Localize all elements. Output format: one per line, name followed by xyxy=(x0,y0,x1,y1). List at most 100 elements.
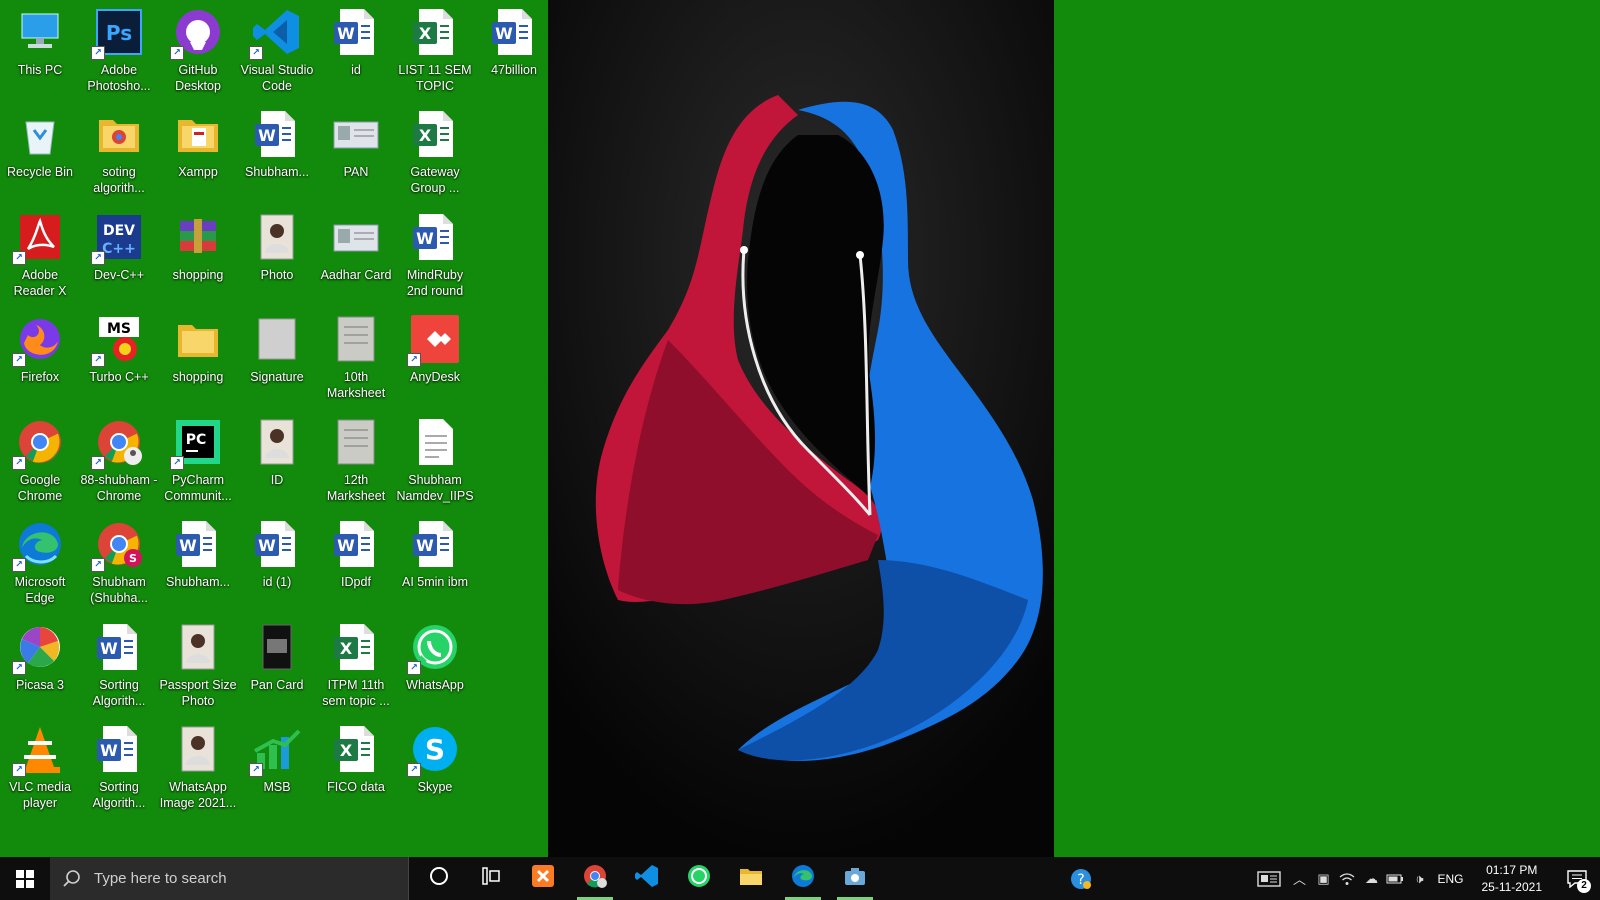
cloud-icon: ☁ xyxy=(1364,870,1378,886)
desktop-icon-shubham[interactable]: W Shubham... xyxy=(237,102,317,202)
desktop-icon-47billion[interactable]: W 47billion xyxy=(474,0,554,100)
show-hidden-icons-button[interactable]: ︿ xyxy=(1287,857,1311,900)
image-card-icon xyxy=(330,108,382,160)
desktop-icon-id[interactable]: ID xyxy=(237,410,317,510)
camera-taskbar-button[interactable] xyxy=(829,857,881,900)
desktop-icon-github-desktop[interactable]: ↗ GitHub Desktop xyxy=(158,0,238,100)
desktop-icon-label: 10th Marksheet xyxy=(326,370,386,400)
desktop-icon-skype[interactable]: S ↗ Skype xyxy=(395,717,475,817)
desktop-icon-google-chrome[interactable]: ↗ Google Chrome xyxy=(0,410,80,510)
svg-text:W: W xyxy=(416,229,434,248)
shortcut-arrow-icon: ↗ xyxy=(407,763,421,777)
edge-taskbar-button[interactable] xyxy=(777,857,829,900)
desktop-icon-pan-card[interactable]: Pan Card xyxy=(237,615,317,715)
word-icon: W xyxy=(93,621,145,673)
svg-text:C++: C++ xyxy=(102,241,136,257)
desktop-icon-passport-size-photo[interactable]: Passport Size Photo xyxy=(158,615,238,715)
shortcut-arrow-icon: ↗ xyxy=(91,558,105,572)
svg-text:Ps: Ps xyxy=(106,21,132,45)
news-icon xyxy=(1257,870,1282,887)
battery-icon xyxy=(1386,874,1404,883)
desktop-icon-label: AnyDesk xyxy=(409,370,461,384)
desktop-icon-shubham-namdev-iips[interactable]: Shubham Namdev_IIPS xyxy=(395,410,475,510)
file-explorer-taskbar-button[interactable] xyxy=(725,857,777,900)
desktop-icon-recycle-bin[interactable]: Recycle Bin xyxy=(0,102,80,202)
onedrive-button[interactable]: ☁ xyxy=(1359,857,1383,900)
cortana-icon xyxy=(426,863,452,894)
desktop-icon-mindruby-2nd-round[interactable]: W MindRuby 2nd round xyxy=(395,205,475,305)
desktop-icon-this-pc[interactable]: This PC xyxy=(0,0,80,100)
shortcut-arrow-icon: ↗ xyxy=(12,661,26,675)
anydesk-icon: ↗ xyxy=(407,313,461,367)
clock[interactable]: 01:17 PM 25-11-2021 xyxy=(1470,862,1555,896)
desktop-icon-soting-algorith[interactable]: soting algorith... xyxy=(79,102,159,202)
desktop-icon-label: Recycle Bin xyxy=(7,165,73,179)
volume-button[interactable]: 🕩 xyxy=(1407,857,1431,900)
pinned-apps xyxy=(413,857,881,900)
desktop-icon-adobe-photosho[interactable]: Ps ↗ Adobe Photosho... xyxy=(79,0,159,100)
desktop-icon-88-shubham-chrome[interactable]: ↗ 88-shubham - Chrome xyxy=(79,410,159,510)
desktop-icon-itpm-11th-sem-topic[interactable]: X ITPM 11th sem topic ... xyxy=(316,615,396,715)
search-icon xyxy=(63,869,80,887)
battery-button[interactable] xyxy=(1383,857,1407,900)
desktop-icon-list-11-sem-topic[interactable]: X LIST 11 SEM TOPIC xyxy=(395,0,475,100)
help-button[interactable]: ? xyxy=(1061,857,1101,900)
task-view-button[interactable] xyxy=(465,857,517,900)
desktop-icon-photo[interactable]: Photo xyxy=(237,205,317,305)
network-button[interactable] xyxy=(1335,857,1359,900)
desktop-icon-12th-marksheet[interactable]: 12th Marksheet xyxy=(316,410,396,510)
taskbar-search-box[interactable]: Type here to search xyxy=(50,857,409,900)
desktop-icon-id[interactable]: Wid xyxy=(316,0,396,100)
desktop-icon-visual-studio-code[interactable]: ↗ Visual Studio Code xyxy=(237,0,317,100)
desktop-icon-sorting-algorith[interactable]: W Sorting Algorith... xyxy=(79,615,159,715)
meet-now-button[interactable]: ▣ xyxy=(1311,857,1335,900)
word-icon: W xyxy=(93,723,145,775)
desktop-icon-ai-5min-ibm[interactable]: W AI 5min ibm xyxy=(395,512,475,612)
desktop-icon-xampp[interactable]: Xampp xyxy=(158,102,238,202)
desktop-icon-picasa-3[interactable]: ↗ Picasa 3 xyxy=(0,615,80,715)
desktop-icon-msb[interactable]: ↗ MSB xyxy=(237,717,317,817)
desktop-icon-label: Pan Card xyxy=(250,678,304,692)
whatsapp-taskbar-button[interactable] xyxy=(673,857,725,900)
desktop-icon-microsoft-edge[interactable]: ↗ Microsoft Edge xyxy=(0,512,80,612)
desktop-icon-adobe-reader-x[interactable]: ↗ Adobe Reader X xyxy=(0,205,80,305)
desktop-icon-signature[interactable]: Signature xyxy=(237,307,317,407)
pycharm-icon: PC ↗ xyxy=(170,416,224,470)
desktop-icon-turbo-c[interactable]: MS ↗ Turbo C++ xyxy=(79,307,159,407)
desktop-icon-firefox[interactable]: ↗ Firefox xyxy=(0,307,80,407)
desktop-icon-shopping[interactable]: shopping xyxy=(158,205,238,305)
desktop-icon-whatsapp[interactable]: ↗ WhatsApp xyxy=(395,615,475,715)
desktop-icon-whatsapp-image-2021[interactable]: WhatsApp Image 2021... xyxy=(158,717,238,817)
desktop-icon-shopping[interactable]: shopping xyxy=(158,307,238,407)
start-button[interactable] xyxy=(0,857,50,900)
desktop-icon-10th-marksheet[interactable]: 10th Marksheet xyxy=(316,307,396,407)
desktop-icon-gateway-group[interactable]: X Gateway Group ... xyxy=(395,102,475,202)
desktop-icon-pycharm-communit[interactable]: PC ↗ PyCharm Communit... xyxy=(158,410,238,510)
xampp-taskbar-button[interactable] xyxy=(517,857,569,900)
svg-text:W: W xyxy=(337,536,355,555)
desktop-icon-label: Gateway Group ... xyxy=(410,165,460,195)
desktop-icon-idpdf[interactable]: W IDpdf xyxy=(316,512,396,612)
language-indicator[interactable]: ENG xyxy=(1431,872,1469,886)
desktop-icon-dev-c[interactable]: DEV C++ ↗ Dev-C++ xyxy=(79,205,159,305)
desktop-icon-fico-data[interactable]: X FICO data xyxy=(316,717,396,817)
shortcut-arrow-icon: ↗ xyxy=(12,763,26,777)
desktop-icon-sorting-algorith[interactable]: W Sorting Algorith... xyxy=(79,717,159,817)
desktop-icon-label: Firefox xyxy=(20,370,60,384)
desktop-icon-shubham[interactable]: W Shubham... xyxy=(158,512,238,612)
chrome-taskbar-button[interactable] xyxy=(569,857,621,900)
action-center-button[interactable]: 2 xyxy=(1554,857,1600,900)
cortana-button[interactable] xyxy=(413,857,465,900)
news-widget-button[interactable] xyxy=(1251,857,1287,900)
image-blank-icon xyxy=(251,313,303,365)
vscode-taskbar-button[interactable] xyxy=(621,857,673,900)
desktop-icon-id-1[interactable]: Wid (1) xyxy=(237,512,317,612)
desktop-icon-vlc-media-player[interactable]: ↗ VLC media player xyxy=(0,717,80,817)
desktop-icon-anydesk[interactable]: ↗ AnyDesk xyxy=(395,307,475,407)
desktop-icon-pan[interactable]: PAN xyxy=(316,102,396,202)
shortcut-arrow-icon: ↗ xyxy=(91,353,105,367)
folder-icon xyxy=(738,863,764,894)
edge-icon: ↗ xyxy=(12,518,66,572)
desktop-icon-aadhar-card[interactable]: Aadhar Card xyxy=(316,205,396,305)
desktop-icon-shubham-shubha[interactable]: S ↗ Shubham (Shubha... xyxy=(79,512,159,612)
